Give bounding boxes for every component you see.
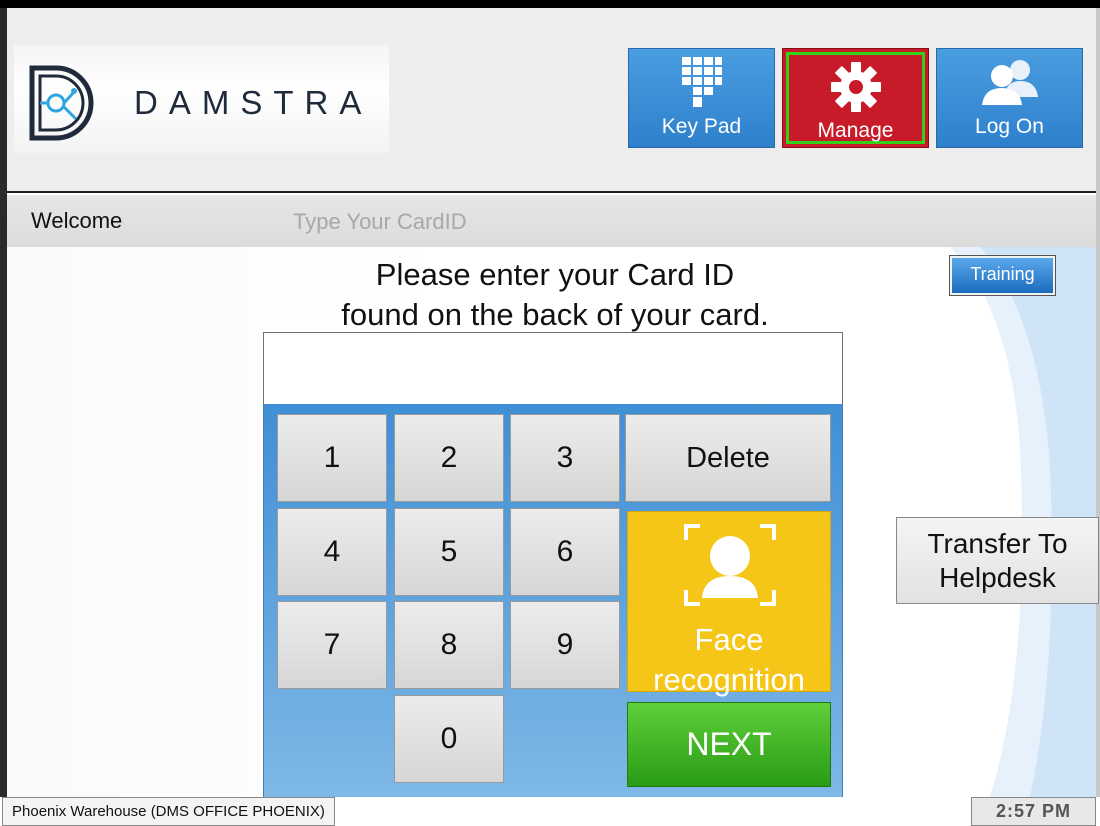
- keypad-button[interactable]: Key Pad: [628, 48, 775, 148]
- key-8[interactable]: 8: [394, 601, 504, 689]
- key-0[interactable]: 0: [394, 695, 504, 783]
- card-id-prompt: Please enter your Card ID found on the b…: [280, 255, 830, 335]
- transfer-to-helpdesk-button[interactable]: Transfer To Helpdesk: [896, 517, 1099, 604]
- clock: 2:57 PM: [971, 797, 1096, 826]
- face-recognition-label: Face recognition: [653, 622, 805, 697]
- keypad-button-label: Key Pad: [661, 115, 742, 138]
- key-9[interactable]: 9: [510, 601, 620, 689]
- manage-button-label: Manage: [817, 119, 894, 142]
- logo-text: DAMSTRA: [134, 84, 373, 121]
- helpdesk-label-line-2: Helpdesk: [939, 562, 1056, 593]
- key-1[interactable]: 1: [277, 414, 387, 502]
- damstra-logo-icon: [29, 65, 94, 141]
- welcome-bar: [7, 195, 1096, 247]
- next-button[interactable]: NEXT: [627, 702, 831, 787]
- training-button[interactable]: Training: [949, 255, 1056, 296]
- key-7[interactable]: 7: [277, 601, 387, 689]
- delete-button[interactable]: Delete: [625, 414, 831, 502]
- prompt-line-1: Please enter your Card ID: [375, 257, 735, 292]
- helpdesk-label-line-1: Transfer To: [927, 528, 1068, 559]
- users-icon: [981, 60, 1038, 105]
- gear-icon: [830, 62, 881, 112]
- welcome-label: Welcome: [31, 208, 123, 233]
- window-right-border: [1096, 8, 1100, 826]
- log-on-button-label: Log On: [975, 115, 1044, 138]
- face-recognition-button[interactable]: Face recognition: [627, 511, 831, 697]
- card-id-input[interactable]: [263, 332, 843, 405]
- key-6[interactable]: 6: [510, 508, 620, 596]
- card-id-hint: Type Your CardID: [293, 209, 467, 234]
- window-top-border: [0, 0, 1100, 8]
- log-on-button[interactable]: Log On: [936, 48, 1083, 148]
- keypad-icon: [681, 57, 722, 107]
- manage-button[interactable]: Manage: [782, 48, 929, 148]
- location-label: Phoenix Warehouse (DMS OFFICE PHOENIX): [2, 797, 335, 826]
- face-scan-icon: [684, 524, 776, 606]
- key-4[interactable]: 4: [277, 508, 387, 596]
- key-2[interactable]: 2: [394, 414, 504, 502]
- training-button-label: Training: [952, 258, 1053, 293]
- key-3[interactable]: 3: [510, 414, 620, 502]
- prompt-line-2: found on the back of your card.: [341, 297, 769, 332]
- key-5[interactable]: 5: [394, 508, 504, 596]
- window-left-border: [0, 8, 7, 826]
